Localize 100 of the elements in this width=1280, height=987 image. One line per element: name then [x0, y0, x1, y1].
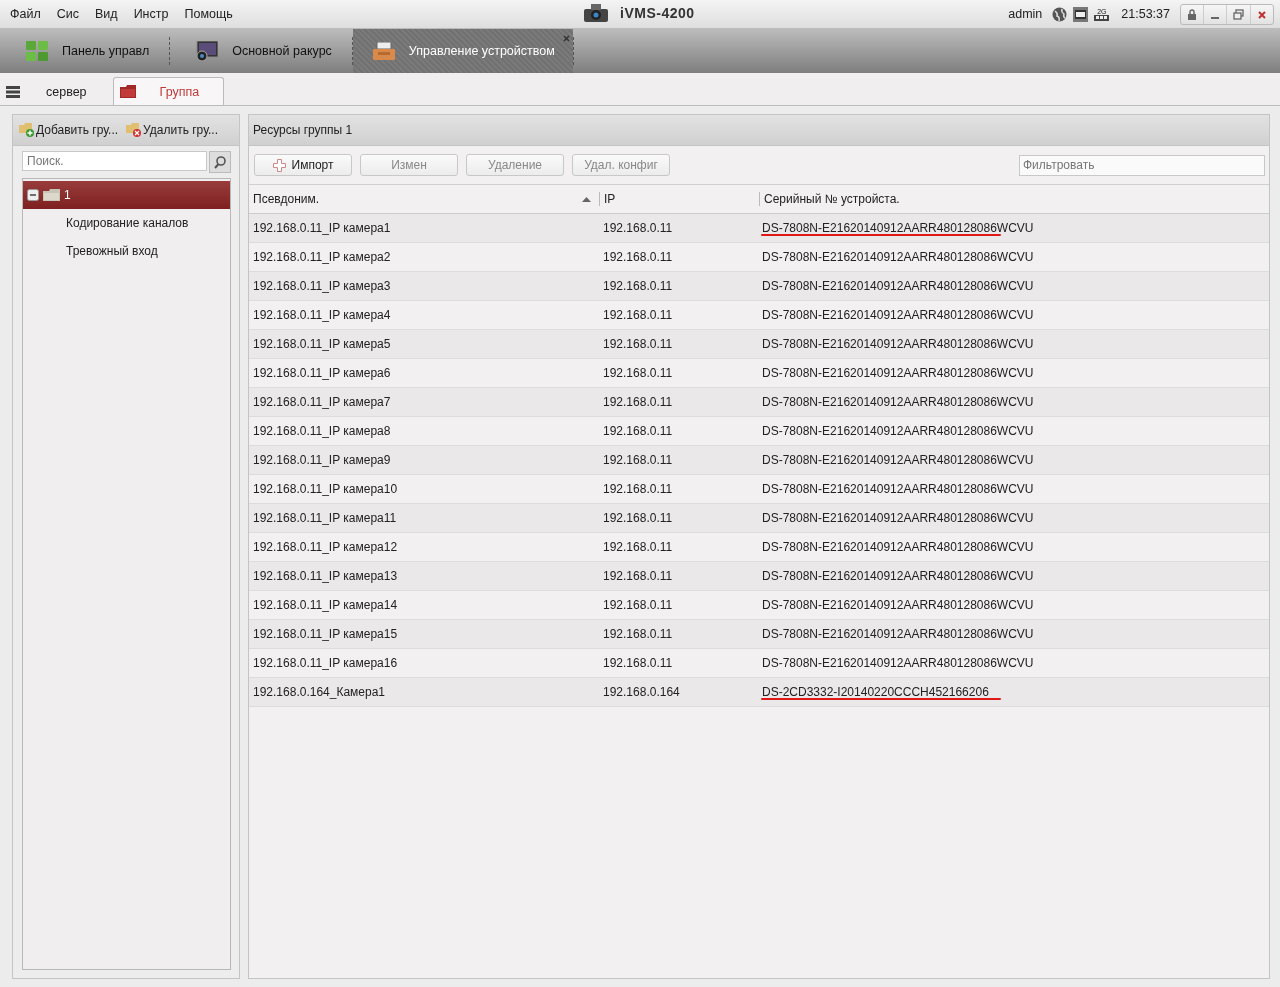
table-cell-text: 192.168.0.11_IP камера4	[252, 307, 392, 324]
table-cell-text: 192.168.0.11_IP камера2	[252, 249, 392, 266]
table-cell-text: 192.168.0.11_IP камера9	[252, 452, 392, 469]
monitor-camera-icon	[196, 41, 219, 61]
column-header[interactable]: Серийный № устройста.	[760, 185, 1269, 213]
table-cell-text: 192.168.0.11_IP камера8	[252, 423, 392, 440]
table-cell-text: 192.168.0.11	[602, 597, 674, 614]
table-cell: DS-7808N-E21620140912AARR480128086WCVU	[762, 366, 1034, 380]
menu-item[interactable]: Файл	[2, 7, 49, 21]
globe-icon	[1052, 6, 1068, 22]
sub-tab[interactable]: Группа	[112, 77, 225, 105]
close-icon[interactable]	[562, 35, 570, 42]
table-cell-text: 192.168.0.11_IP камера12	[252, 539, 399, 556]
table-row[interactable]: 192.168.0.11_IP камера3 192.168.0.11 DS-7808N-E21620140912AARR480128086WCVU	[249, 272, 1269, 301]
table-cell-text: 192.168.0.11_IP камера5	[252, 336, 392, 353]
table-row[interactable]: 192.168.0.11_IP камера9 192.168.0.11 DS-7808N-E21620140912AARR480128086WCVU	[249, 446, 1269, 475]
table-cell: DS-7808N-E21620140912AARR480128086WCVU	[762, 540, 1034, 554]
tree-item[interactable]: Тревожный вход	[23, 237, 230, 265]
tree-item[interactable]: Кодирование каналов	[23, 209, 230, 237]
user-name: admin	[1008, 7, 1043, 21]
table-cell: DS-7808N-E21620140912AARR480128086WCVU	[762, 395, 1034, 409]
table-cell-text: 192.168.0.11_IP камера10	[252, 481, 399, 498]
table-cell: DS-7808N-E21620140912AARR480128086WCVU	[762, 453, 1034, 467]
tree-item[interactable]: 1	[23, 181, 230, 209]
table-row[interactable]: 192.168.0.11_IP камера5 192.168.0.11 DS-7808N-E21620140912AARR480128086WCVU	[249, 330, 1269, 359]
table-cell-text: 192.168.0.11	[602, 394, 674, 411]
search-icon	[214, 155, 227, 169]
clock: 21:53:37	[1121, 7, 1170, 21]
table-cell-text: 192.168.0.11	[602, 481, 674, 498]
filter-field[interactable]: Фильтровать	[1019, 154, 1265, 176]
plus-icon	[272, 158, 286, 172]
panel-title: Ресурсы группы 1	[249, 115, 1269, 146]
table-cell-text: 192.168.0.11	[602, 249, 674, 266]
table-cell-text: 192.168.0.11	[602, 655, 674, 672]
collapse-icon[interactable]	[27, 189, 39, 201]
table-cell-text: 192.168.0.11_IP камера16	[252, 655, 399, 672]
table-cell-text: 192.168.0.164_Камера1	[252, 684, 387, 701]
table-cell: DS-7808N-E21620140912AARR480128086WCVU	[762, 656, 1034, 670]
grid-icon	[26, 41, 48, 61]
folder-add-icon	[19, 123, 35, 137]
table-row[interactable]: 192.168.0.11_IP камера7 192.168.0.11 DS-7808N-E21620140912AARR480128086WCVU	[249, 388, 1269, 417]
main-tab[interactable]: Панель управл	[0, 29, 170, 73]
toolbar-button[interactable]: Импорт	[254, 154, 352, 176]
folder-delete-icon	[126, 123, 143, 137]
server-list-icon	[6, 86, 20, 98]
table-cell-text: 192.168.0.11_IP камера15	[252, 626, 399, 643]
table-cell-text: 192.168.0.11	[602, 220, 674, 237]
memory-icon	[1094, 14, 1110, 21]
table-cell-text: 192.168.0.11_IP камера11	[252, 510, 398, 527]
menu-item[interactable]: Вид	[87, 7, 126, 21]
table-row[interactable]: 192.168.0.11_IP камера15 192.168.0.11 DS-7808N-E21620140912AARR480128086WCVU	[249, 620, 1269, 649]
main-tab[interactable]: Управление устройством	[352, 29, 573, 73]
table-cell-text: 192.168.0.11	[602, 452, 674, 469]
table-cell: DS-7808N-E21620140912AARR480128086WCVU	[762, 424, 1034, 438]
table-cell: DS-7808N-E21620140912AARR480128086WCVU	[762, 598, 1034, 612]
table-cell: DS-7808N-E21620140912AARR480128086WCVU	[762, 221, 1034, 235]
table-cell-text: 192.168.0.11_IP камера13	[252, 568, 399, 585]
folder-icon	[43, 189, 60, 201]
menu-item[interactable]: Сис	[48, 7, 87, 21]
table-row[interactable]: 192.168.0.11_IP камера1 192.168.0.11 DS-7808N-E21620140912AARR480128086WCVU	[249, 214, 1269, 243]
camera-icon	[584, 4, 608, 22]
table-cell-text: 192.168.0.11	[602, 539, 674, 556]
table-cell: DS-7808N-E21620140912AARR480128086WCVU	[762, 279, 1034, 293]
table-cell: DS-7808N-E21620140912AARR480128086WCVU	[762, 250, 1034, 264]
table-cell-text: 192.168.0.11_IP камера1	[252, 220, 392, 237]
table-cell: DS-7808N-E21620140912AARR480128086WCVU	[762, 308, 1034, 322]
toolbar-button[interactable]: Добавить гру...	[19, 123, 119, 137]
table-cell-text: 192.168.0.11	[602, 568, 674, 585]
toolbar-button[interactable]: Удалить гру...	[126, 123, 218, 137]
table-cell: DS-7808N-E21620140912AARR480128086WCVU	[762, 627, 1034, 641]
search-button[interactable]	[209, 151, 231, 173]
search-field[interactable]: Поиск.	[22, 151, 208, 171]
app-title: iVMS-4200	[620, 5, 695, 21]
table-cell-text: 192.168.0.11	[602, 336, 674, 353]
table-cell: DS-7808N-E21620140912AARR480128086WCVU	[762, 482, 1034, 496]
table-cell: DS-7808N-E21620140912AARR480128086WCVU	[762, 511, 1034, 525]
table-cell: DS-2CD3332-I20140220CCCH452166206	[762, 685, 989, 699]
table-cell-text: 192.168.0.11_IP камера6	[252, 365, 392, 382]
folder-icon	[119, 85, 136, 98]
table-cell-text: 192.168.0.11	[602, 307, 674, 324]
menu-item[interactable]: Инстр	[125, 7, 177, 21]
table-cell-text: 192.168.0.11	[602, 626, 674, 643]
column-header[interactable]: IP	[600, 192, 760, 206]
table-cell-text: 192.168.0.11_IP камера3	[252, 278, 392, 295]
table-row[interactable]: 192.168.0.11_IP камера13 192.168.0.11 DS-7808N-E21620140912AARR480128086WCVU	[249, 562, 1269, 591]
table-cell-text: 192.168.0.164	[602, 684, 681, 701]
table-cell-text: 192.168.0.11	[602, 278, 674, 295]
device-tray-icon	[372, 42, 395, 60]
sub-tab[interactable]: сервер	[0, 79, 111, 105]
column-header[interactable]: Псевдоним.	[249, 192, 600, 206]
cpu-icon	[1073, 6, 1089, 22]
table-cell: DS-7808N-E21620140912AARR480128086WCVU	[762, 569, 1034, 583]
table-row[interactable]: 192.168.0.11_IP камера11 192.168.0.11 DS-7808N-E21620140912AARR480128086WCVU	[249, 504, 1269, 533]
menu-item[interactable]: Помощь	[176, 7, 241, 21]
table-row[interactable]: 192.168.0.164_Камера1 192.168.0.164 DS-2CD3332-I20140220CCCH452166206	[249, 678, 1269, 707]
table-cell-text: 192.168.0.11	[602, 365, 674, 382]
table-cell-text: 192.168.0.11_IP камера14	[252, 597, 399, 614]
table-cell-text: 192.168.0.11_IP камера7	[252, 394, 392, 411]
table-cell: DS-7808N-E21620140912AARR480128086WCVU	[762, 337, 1034, 351]
main-tab[interactable]: Основной ракурс	[170, 29, 352, 73]
